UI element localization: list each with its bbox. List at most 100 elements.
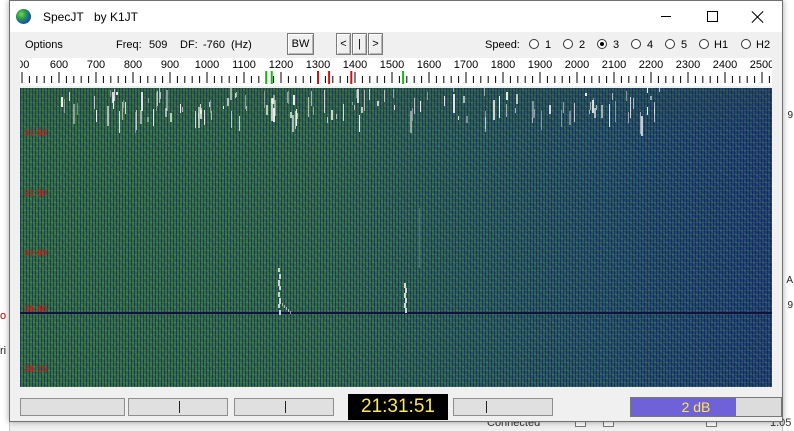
- signal-trace: [140, 91, 143, 112]
- background-text: ri: [0, 345, 7, 357]
- signal-level-box: 2 dB: [630, 397, 782, 417]
- maximize-button[interactable]: [689, 1, 735, 32]
- scale-label: 2200: [638, 59, 664, 71]
- signal-trace: [592, 98, 594, 107]
- frequency-scale[interactable]: 00 600 700 800 900 1000 1100 1200 1300 1400 1500 16…: [20, 58, 772, 86]
- speed-option-label: H2: [756, 39, 771, 51]
- signal-trace: [612, 93, 614, 100]
- status-bar: 21:31:51 2 dB: [20, 394, 782, 420]
- signal-trace: [639, 111, 641, 134]
- signal-trace: [311, 91, 313, 107]
- waterfall-divider: [20, 312, 772, 314]
- signal-level-text: 2 dB: [681, 399, 711, 415]
- time-label: 30:40: [24, 304, 48, 314]
- slider-panel[interactable]: [453, 398, 553, 416]
- signal-trace: [204, 109, 206, 126]
- signal-trace: [182, 106, 184, 112]
- title-bar[interactable]: SpecJT by K1JT: [10, 1, 782, 32]
- signal-trace: [194, 111, 196, 129]
- nav-center-button[interactable]: |: [352, 33, 367, 55]
- signal-trace: [96, 110, 98, 123]
- signal-trace: [61, 97, 64, 107]
- signal-trace: [614, 101, 616, 122]
- scale-label: 1300: [305, 59, 331, 71]
- slider-panel[interactable]: [234, 398, 334, 416]
- signal-trace: [210, 111, 212, 120]
- speed-radio-h1[interactable]: [699, 39, 709, 49]
- options-menu[interactable]: Options: [25, 39, 63, 51]
- signal-trace: [627, 112, 629, 124]
- signal-trace: [208, 102, 210, 107]
- signal-trace: [376, 100, 379, 107]
- signal-trace: [294, 110, 296, 130]
- slider-thumb[interactable]: [486, 401, 487, 413]
- speed-radio-3[interactable]: [597, 39, 607, 49]
- speed-radio-h2[interactable]: [741, 39, 751, 49]
- signal-trace: [227, 98, 230, 106]
- speed-option-label: 3: [613, 39, 620, 51]
- minimize-button[interactable]: [643, 1, 689, 32]
- signal-trace: [122, 100, 124, 108]
- signal-trace: [326, 116, 328, 124]
- background-text: A: [786, 275, 793, 286]
- bw-button[interactable]: BW: [287, 33, 314, 55]
- slider-thumb[interactable]: [285, 401, 286, 413]
- speed-radio-4[interactable]: [631, 39, 641, 49]
- speed-radio-5[interactable]: [665, 39, 675, 49]
- signal-trace: [68, 91, 70, 102]
- speed-option-label: 4: [647, 39, 654, 51]
- signal-trace: [573, 103, 575, 123]
- signal-trace: [594, 108, 597, 119]
- signal-trace: [239, 116, 241, 132]
- signal-trace: [419, 208, 420, 268]
- signal-trace: [199, 110, 202, 120]
- signal-trace: [245, 106, 247, 111]
- signal-trace: [278, 292, 280, 297]
- signal-trace: [405, 308, 407, 313]
- signal-trace: [443, 96, 445, 107]
- signal-trace: [284, 305, 285, 308]
- speed-label: Speed:: [485, 39, 520, 51]
- speed-radio-1[interactable]: [529, 39, 539, 49]
- signal-trace: [498, 96, 500, 118]
- signal-trace: [290, 111, 293, 119]
- signal-trace: [159, 92, 161, 99]
- signal-trace: [516, 94, 519, 105]
- window-title: SpecJT: [43, 10, 84, 24]
- scale-label: 900: [160, 59, 180, 71]
- scale-label: 1000: [194, 59, 220, 71]
- signal-trace: [569, 110, 571, 125]
- signal-trace: [94, 95, 96, 109]
- slider-panel[interactable]: [128, 398, 228, 416]
- signal-trace: [197, 106, 200, 128]
- signal-trace: [279, 274, 281, 279]
- signal-trace: [563, 101, 565, 114]
- signal-trace: [561, 110, 563, 128]
- signal-trace: [600, 104, 603, 118]
- close-button[interactable]: [735, 1, 781, 32]
- nav-left-button[interactable]: <: [336, 33, 351, 55]
- signal-trace: [458, 115, 460, 121]
- time-label: 31:05: [24, 248, 48, 258]
- signal-trace: [392, 88, 394, 99]
- nav-right-button[interactable]: >: [368, 33, 383, 55]
- signal-trace: [282, 303, 283, 306]
- signal-trace: [492, 99, 495, 121]
- scale-label: 2500: [749, 59, 772, 71]
- frequency-marker: [350, 71, 353, 84]
- signal-trace: [64, 98, 66, 114]
- signal-trace: [148, 97, 150, 104]
- signal-trace: [515, 107, 517, 114]
- background-text: 9: [787, 300, 793, 311]
- signal-trace: [286, 92, 288, 103]
- speed-radio-2[interactable]: [563, 39, 573, 49]
- slider-thumb[interactable]: [179, 401, 180, 413]
- minimize-icon: [661, 16, 671, 17]
- waterfall-display[interactable]: 31:55 31:30 31:05 30:40 30:15: [20, 88, 772, 387]
- signal-trace: [119, 111, 121, 133]
- signal-trace: [147, 117, 150, 122]
- signal-trace: [230, 111, 232, 128]
- signal-trace: [156, 92, 158, 112]
- background-text: o: [0, 310, 7, 322]
- waterfall-top-band: [20, 88, 772, 136]
